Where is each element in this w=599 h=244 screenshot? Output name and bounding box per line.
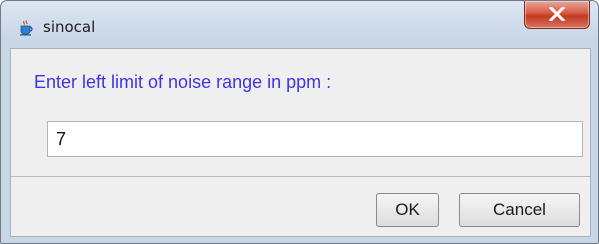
noise-left-limit-input[interactable] xyxy=(47,121,583,157)
dialog-content: Enter left limit of noise range in ppm :… xyxy=(10,48,591,237)
close-button[interactable] xyxy=(524,1,590,29)
button-divider xyxy=(11,176,590,177)
dialog-window: sinocal Enter left limit of noise range … xyxy=(0,0,599,244)
ok-button[interactable]: OK xyxy=(376,193,439,227)
window-title: sinocal xyxy=(43,18,96,36)
prompt-label: Enter left limit of noise range in ppm : xyxy=(34,72,332,92)
close-icon xyxy=(549,7,565,21)
title-bar[interactable]: sinocal xyxy=(1,1,598,47)
cancel-button[interactable]: Cancel xyxy=(459,193,580,227)
java-cup-icon xyxy=(18,20,34,36)
